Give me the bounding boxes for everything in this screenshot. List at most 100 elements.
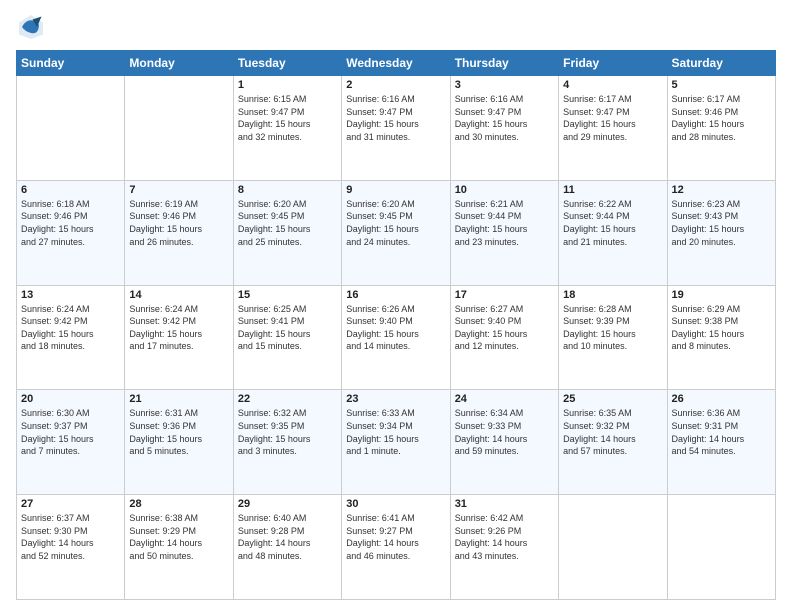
calendar-cell: 22 Sunrise: 6:32 AM Sunset: 9:35 PM Dayli… xyxy=(233,390,341,495)
day-info: Sunrise: 6:18 AM Sunset: 9:46 PM Dayligh… xyxy=(21,198,120,248)
day-number: 23 xyxy=(346,393,445,405)
day-number: 22 xyxy=(238,393,337,405)
day-number: 27 xyxy=(21,498,120,510)
day-info: Sunrise: 6:26 AM Sunset: 9:40 PM Dayligh… xyxy=(346,303,445,353)
calendar-cell: 1 Sunrise: 6:15 AM Sunset: 9:47 PM Daylig… xyxy=(233,76,341,181)
calendar-cell: 2 Sunrise: 6:16 AM Sunset: 9:47 PM Daylig… xyxy=(342,76,450,181)
calendar-cell xyxy=(559,495,667,600)
calendar-cell: 12Sunrise: 6:23 AM Sunset: 9:43 PM Dayli… xyxy=(667,180,775,285)
logo xyxy=(16,12,50,42)
day-info: Sunrise: 6:40 AM Sunset: 9:28 PM Dayligh… xyxy=(238,512,337,562)
day-number: 16 xyxy=(346,289,445,301)
calendar-cell: 9 Sunrise: 6:20 AM Sunset: 9:45 PM Daylig… xyxy=(342,180,450,285)
calendar-cell: 5Sunrise: 6:17 AM Sunset: 9:46 PM Daylig… xyxy=(667,76,775,181)
day-number: 3 xyxy=(455,79,554,91)
calendar-cell: 6 Sunrise: 6:18 AM Sunset: 9:46 PM Daylig… xyxy=(17,180,125,285)
calendar-cell: 15Sunrise: 6:25 AM Sunset: 9:41 PM Dayli… xyxy=(233,285,341,390)
calendar-cell: 21 Sunrise: 6:31 AM Sunset: 9:36 PM Dayli… xyxy=(125,390,233,495)
calendar-cell: 16 Sunrise: 6:26 AM Sunset: 9:40 PM Dayli… xyxy=(342,285,450,390)
day-of-week-header: Wednesday xyxy=(342,51,450,76)
day-number: 4 xyxy=(563,79,662,91)
day-info: Sunrise: 6:31 AM Sunset: 9:36 PM Dayligh… xyxy=(129,407,228,457)
day-info: Sunrise: 6:32 AM Sunset: 9:35 PM Dayligh… xyxy=(238,407,337,457)
calendar-week-row: 13 Sunrise: 6:24 AM Sunset: 9:42 PM Dayli… xyxy=(17,285,776,390)
calendar-cell xyxy=(667,495,775,600)
calendar-header-row: SundayMondayTuesdayWednesdayThursdayFrid… xyxy=(17,51,776,76)
day-info: Sunrise: 6:29 AM Sunset: 9:38 PM Dayligh… xyxy=(672,303,771,353)
day-info: Sunrise: 6:16 AM Sunset: 9:47 PM Dayligh… xyxy=(455,93,554,143)
day-info: Sunrise: 6:22 AM Sunset: 9:44 PM Dayligh… xyxy=(563,198,662,248)
logo-icon xyxy=(16,12,46,42)
calendar-cell: 28 Sunrise: 6:38 AM Sunset: 9:29 PM Dayli… xyxy=(125,495,233,600)
day-info: Sunrise: 6:33 AM Sunset: 9:34 PM Dayligh… xyxy=(346,407,445,457)
calendar-cell: 8 Sunrise: 6:20 AM Sunset: 9:45 PM Daylig… xyxy=(233,180,341,285)
day-number: 29 xyxy=(238,498,337,510)
day-of-week-header: Friday xyxy=(559,51,667,76)
calendar-table: SundayMondayTuesdayWednesdayThursdayFrid… xyxy=(16,50,776,600)
day-number: 18 xyxy=(563,289,662,301)
day-info: Sunrise: 6:35 AM Sunset: 9:32 PM Dayligh… xyxy=(563,407,662,457)
calendar-week-row: 1 Sunrise: 6:15 AM Sunset: 9:47 PM Daylig… xyxy=(17,76,776,181)
day-info: Sunrise: 6:30 AM Sunset: 9:37 PM Dayligh… xyxy=(21,407,120,457)
day-number: 31 xyxy=(455,498,554,510)
calendar-cell: 7 Sunrise: 6:19 AM Sunset: 9:46 PM Daylig… xyxy=(125,180,233,285)
calendar-cell: 23 Sunrise: 6:33 AM Sunset: 9:34 PM Dayli… xyxy=(342,390,450,495)
calendar-cell: 3 Sunrise: 6:16 AM Sunset: 9:47 PM Daylig… xyxy=(450,76,558,181)
day-number: 1 xyxy=(238,79,337,91)
day-info: Sunrise: 6:37 AM Sunset: 9:30 PM Dayligh… xyxy=(21,512,120,562)
calendar-cell: 30 Sunrise: 6:41 AM Sunset: 9:27 PM Dayli… xyxy=(342,495,450,600)
day-number: 17 xyxy=(455,289,554,301)
day-info: Sunrise: 6:24 AM Sunset: 9:42 PM Dayligh… xyxy=(129,303,228,353)
day-info: Sunrise: 6:21 AM Sunset: 9:44 PM Dayligh… xyxy=(455,198,554,248)
calendar-cell: 25 Sunrise: 6:35 AM Sunset: 9:32 PM Dayli… xyxy=(559,390,667,495)
calendar-cell xyxy=(125,76,233,181)
page: SundayMondayTuesdayWednesdayThursdayFrid… xyxy=(0,0,792,612)
day-info: Sunrise: 6:23 AM Sunset: 9:43 PM Dayligh… xyxy=(672,198,771,248)
day-number: 21 xyxy=(129,393,228,405)
day-number: 20 xyxy=(21,393,120,405)
day-of-week-header: Sunday xyxy=(17,51,125,76)
calendar-cell: 26 Sunrise: 6:36 AM Sunset: 9:31 PM Dayli… xyxy=(667,390,775,495)
day-info: Sunrise: 6:15 AM Sunset: 9:47 PM Dayligh… xyxy=(238,93,337,143)
header xyxy=(16,12,776,42)
day-number: 25 xyxy=(563,393,662,405)
day-info: Sunrise: 6:20 AM Sunset: 9:45 PM Dayligh… xyxy=(346,198,445,248)
day-info: Sunrise: 6:25 AM Sunset: 9:41 PM Dayligh… xyxy=(238,303,337,353)
day-info: Sunrise: 6:36 AM Sunset: 9:31 PM Dayligh… xyxy=(672,407,771,457)
day-number: 26 xyxy=(672,393,771,405)
day-info: Sunrise: 6:20 AM Sunset: 9:45 PM Dayligh… xyxy=(238,198,337,248)
day-info: Sunrise: 6:16 AM Sunset: 9:47 PM Dayligh… xyxy=(346,93,445,143)
day-number: 19 xyxy=(672,289,771,301)
day-info: Sunrise: 6:41 AM Sunset: 9:27 PM Dayligh… xyxy=(346,512,445,562)
day-number: 13 xyxy=(21,289,120,301)
day-number: 10 xyxy=(455,184,554,196)
day-number: 2 xyxy=(346,79,445,91)
day-number: 24 xyxy=(455,393,554,405)
day-info: Sunrise: 6:42 AM Sunset: 9:26 PM Dayligh… xyxy=(455,512,554,562)
calendar-cell: 31 Sunrise: 6:42 AM Sunset: 9:26 PM Dayli… xyxy=(450,495,558,600)
day-info: Sunrise: 6:27 AM Sunset: 9:40 PM Dayligh… xyxy=(455,303,554,353)
day-info: Sunrise: 6:17 AM Sunset: 9:47 PM Dayligh… xyxy=(563,93,662,143)
calendar-cell: 13Sunrise: 6:24 AM Sunset: 9:42 PM Dayli… xyxy=(17,285,125,390)
calendar-week-row: 27 Sunrise: 6:37 AM Sunset: 9:30 PM Dayli… xyxy=(17,495,776,600)
day-number: 8 xyxy=(238,184,337,196)
calendar-cell: 4 Sunrise: 6:17 AM Sunset: 9:47 PM Daylig… xyxy=(559,76,667,181)
day-number: 7 xyxy=(129,184,228,196)
day-number: 9 xyxy=(346,184,445,196)
day-number: 5 xyxy=(672,79,771,91)
day-number: 30 xyxy=(346,498,445,510)
day-info: Sunrise: 6:34 AM Sunset: 9:33 PM Dayligh… xyxy=(455,407,554,457)
day-number: 28 xyxy=(129,498,228,510)
calendar-cell: 24 Sunrise: 6:34 AM Sunset: 9:33 PM Dayli… xyxy=(450,390,558,495)
calendar-cell: 29 Sunrise: 6:40 AM Sunset: 9:28 PM Dayli… xyxy=(233,495,341,600)
calendar-cell xyxy=(17,76,125,181)
day-info: Sunrise: 6:38 AM Sunset: 9:29 PM Dayligh… xyxy=(129,512,228,562)
calendar-cell: 27 Sunrise: 6:37 AM Sunset: 9:30 PM Dayli… xyxy=(17,495,125,600)
day-of-week-header: Thursday xyxy=(450,51,558,76)
day-number: 6 xyxy=(21,184,120,196)
day-info: Sunrise: 6:19 AM Sunset: 9:46 PM Dayligh… xyxy=(129,198,228,248)
calendar-cell: 14 Sunrise: 6:24 AM Sunset: 9:42 PM Dayli… xyxy=(125,285,233,390)
day-number: 14 xyxy=(129,289,228,301)
day-info: Sunrise: 6:28 AM Sunset: 9:39 PM Dayligh… xyxy=(563,303,662,353)
calendar-cell: 10 Sunrise: 6:21 AM Sunset: 9:44 PM Dayli… xyxy=(450,180,558,285)
